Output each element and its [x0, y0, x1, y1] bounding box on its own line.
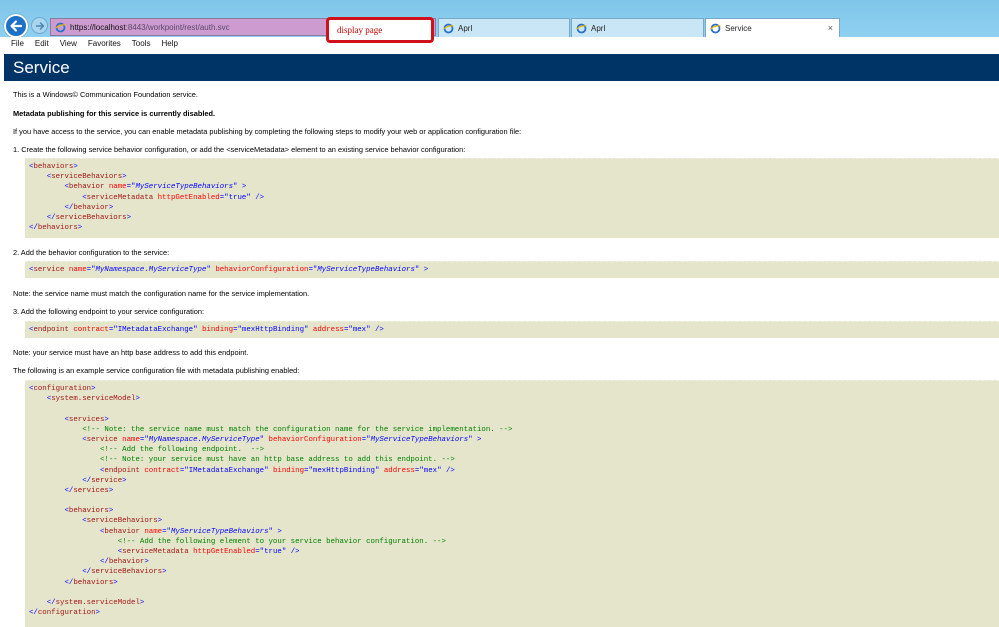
code-line: <service name="MyNamespace.MyServiceType… — [82, 435, 482, 444]
code-line: <!-- Add the following endpoint. --> — [99, 446, 265, 455]
code-line: </serviceBehaviors> — [82, 568, 167, 577]
forward-button[interactable] — [31, 17, 48, 34]
tab-label: Aprl — [591, 23, 606, 33]
menu-view[interactable]: View — [60, 39, 77, 48]
code-line: <behaviors> — [29, 163, 78, 171]
step-3-text: 3. Add the following endpoint to your se… — [13, 307, 205, 316]
address-host: https://localhost — [70, 22, 126, 32]
intro-text: This is a Windows© Communication Foundat… — [13, 90, 198, 99]
code-line: <serviceBehaviors> — [46, 173, 127, 182]
tab-aprl-2[interactable]: Aprl — [571, 18, 704, 37]
note-service-name: Note: the service name must match the co… — [13, 289, 310, 298]
ie-tab-icon — [576, 23, 587, 34]
menu-file[interactable]: File — [11, 39, 24, 48]
back-button[interactable] — [4, 14, 28, 38]
code-line: <behaviors> — [64, 507, 114, 516]
annotation-callout: display page — [326, 17, 434, 43]
ie-tab-icon — [710, 23, 721, 34]
code-line: <!-- Add the following element to your s… — [117, 537, 446, 546]
code-line: </system.serviceModel> — [46, 598, 145, 607]
menu-edit[interactable]: Edit — [35, 39, 49, 48]
code-line: <serviceBehaviors> — [82, 517, 163, 526]
tab-label: Aprl — [458, 23, 473, 33]
step-2-text: 2. Add the behavior configuration to the… — [13, 248, 170, 257]
code-line: <endpoint contract="IMetadataExchange" b… — [29, 326, 384, 334]
step-1-text: 1. Create the following service behavior… — [13, 145, 466, 154]
code-line: </behaviors> — [64, 578, 118, 587]
menu-favorites[interactable]: Favorites — [88, 39, 121, 48]
back-arrow-icon — [10, 20, 23, 32]
code-line: </behavior> — [64, 203, 114, 212]
ie-tab-icon — [443, 23, 454, 34]
code-line: <!-- Note: your service must have an htt… — [99, 456, 455, 465]
code-line: </configuration> — [29, 609, 100, 618]
code-line: <system.serviceModel> — [46, 395, 140, 404]
code-line: </behaviors> — [29, 224, 83, 233]
code-line: <endpoint contract="IMetadataExchange" b… — [99, 466, 455, 475]
address-path: :8443/workpoint/rest/auth.svc — [125, 22, 230, 32]
tab-label: Service — [725, 23, 752, 33]
menu-bar: File Edit View Favorites Tools Help — [0, 37, 999, 50]
code-line: <service name="MyNamespace.MyServiceType… — [29, 266, 429, 274]
code-line: <behavior name="MyServiceTypeBehaviors" … — [64, 183, 247, 192]
code-line: </behavior> — [99, 558, 149, 567]
code-line: <serviceMetadata httpGetEnabled="true" /… — [117, 548, 300, 556]
code-block-endpoint: <endpoint contract="IMetadataExchange" b… — [25, 321, 999, 338]
code-line: </serviceBehaviors> — [46, 213, 132, 222]
code-block-behaviors: <behaviors> <serviceBehaviors> <behavior… — [25, 158, 999, 238]
tab-aprl-1[interactable]: Aprl — [438, 18, 570, 37]
code-line: </service> — [82, 476, 127, 485]
menu-tools[interactable]: Tools — [132, 39, 151, 48]
example-intro: The following is an example service conf… — [13, 366, 300, 375]
note-base-address: Note: your service must have an http bas… — [13, 348, 249, 357]
tab-service[interactable]: Service × — [705, 18, 840, 37]
code-line: </services> — [64, 486, 114, 495]
code-block-configuration: <configuration> <system.serviceModel> <s… — [25, 380, 999, 627]
ie-page-icon — [55, 22, 66, 33]
page-title: Service — [4, 54, 999, 81]
code-line: <configuration> — [29, 385, 96, 393]
menu-help[interactable]: Help — [161, 39, 177, 48]
code-line: <behavior name="MyServiceTypeBehaviors" … — [99, 527, 282, 536]
disabled-note: Metadata publishing for this service is … — [13, 109, 216, 118]
browser-toolbar: https://localhost:8443/workpoint/rest/au… — [0, 0, 999, 43]
close-tab-icon[interactable]: × — [828, 23, 833, 33]
access-note: If you have access to the service, you c… — [13, 127, 522, 136]
forward-arrow-icon — [35, 21, 44, 30]
code-block-service: <service name="MyNamespace.MyServiceType… — [25, 261, 999, 278]
code-line: <serviceMetadata httpGetEnabled="true" /… — [82, 193, 265, 202]
code-line: <services> — [64, 415, 109, 424]
code-line: <!-- Note: the service name must match t… — [82, 425, 513, 434]
